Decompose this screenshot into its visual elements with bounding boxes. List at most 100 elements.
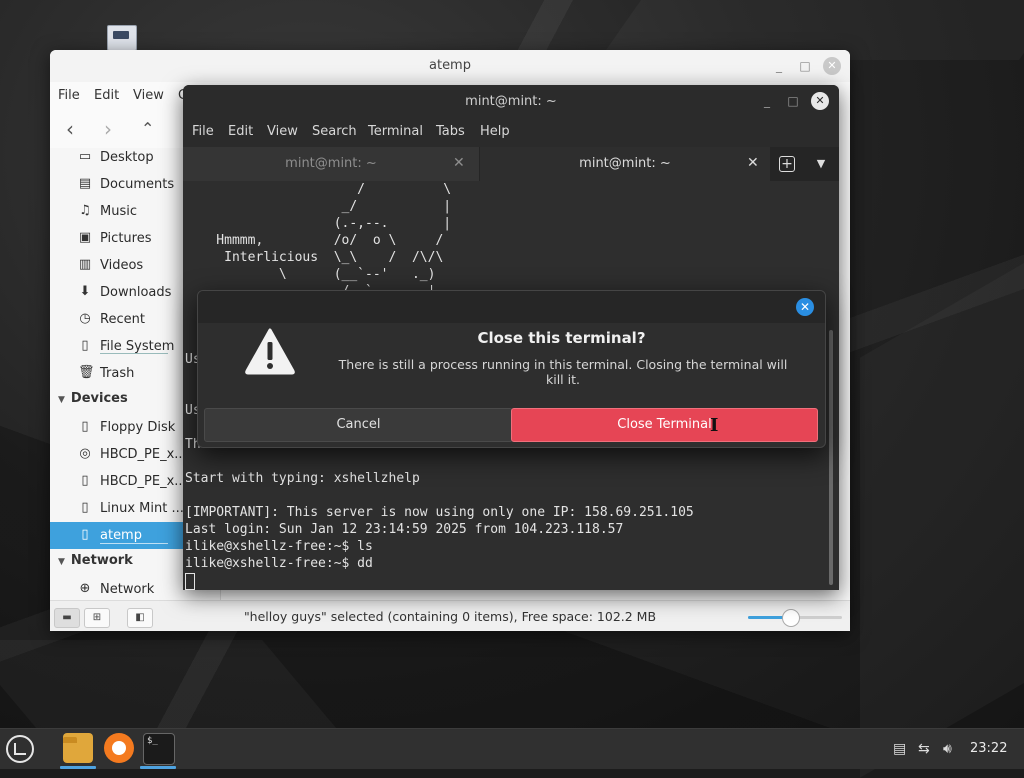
terminal-line: (.-,--. | bbox=[185, 216, 452, 231]
close-button[interactable]: ✕ bbox=[811, 92, 829, 110]
close-tab-icon[interactable]: ✕ bbox=[453, 155, 465, 171]
close-terminal-dialog: ✕ Close this terminal? There is still a … bbox=[197, 290, 826, 448]
disc-icon: ◎ bbox=[79, 446, 91, 461]
menu-tabs[interactable]: Tabs bbox=[436, 124, 465, 139]
drive-icon: ▯ bbox=[81, 527, 89, 542]
clock-icon: ◷ bbox=[79, 311, 91, 326]
usage-bar bbox=[100, 543, 168, 544]
chevron-down-icon: ▼ bbox=[58, 557, 65, 567]
forward-arrow-icon[interactable]: › bbox=[104, 118, 112, 140]
sidebar-section-network[interactable]: ▼ Network bbox=[58, 553, 133, 568]
back-arrow-icon[interactable]: ‹ bbox=[66, 118, 74, 140]
firefox-icon[interactable] bbox=[104, 733, 134, 763]
new-tab-icon[interactable]: + bbox=[779, 156, 795, 172]
sidebar-item-label: HBCD_PE_x... bbox=[100, 447, 187, 462]
terminal-tab-2[interactable]: mint@mint: ~ ✕ bbox=[480, 147, 770, 181]
sidebar-item-label: Music bbox=[100, 204, 137, 219]
terminal-icon[interactable]: $_ bbox=[143, 733, 175, 765]
trash-icon: 🗑 bbox=[78, 365, 95, 380]
terminal-tabbar: mint@mint: ~ ✕ mint@mint: ~ ✕ + ▼ bbox=[183, 147, 839, 181]
menu-view[interactable]: View bbox=[267, 124, 298, 139]
section-label: Devices bbox=[70, 391, 128, 406]
dialog-close-icon[interactable]: ✕ bbox=[796, 298, 814, 316]
network-icon: ⊕ bbox=[79, 581, 91, 596]
tab-list-dropdown-icon[interactable]: ▼ bbox=[811, 154, 831, 174]
terminal-line: _/ | bbox=[185, 199, 452, 214]
clock[interactable]: 23:22 bbox=[970, 741, 1007, 756]
cancel-button[interactable]: Cancel bbox=[204, 408, 513, 442]
sidebar-item-label: Desktop bbox=[100, 150, 154, 165]
terminal-line: [IMPORTANT]: This server is now using on… bbox=[185, 505, 694, 520]
menu-terminal[interactable]: Terminal bbox=[368, 124, 423, 139]
terminal-cursor bbox=[185, 573, 195, 590]
terminal-line: / \ bbox=[185, 182, 452, 197]
sidebar-item-label: Floppy Disk bbox=[100, 420, 176, 435]
warning-icon bbox=[245, 328, 295, 375]
menu-view[interactable]: View bbox=[133, 88, 164, 103]
clipboard-icon[interactable]: ▤ bbox=[893, 741, 906, 757]
terminal-line: ilike@xshellz-free:~$ dd bbox=[185, 556, 373, 571]
minimize-button[interactable]: _ bbox=[770, 57, 788, 75]
close-terminal-button[interactable]: Close Terminal bbox=[511, 408, 818, 442]
menu-edit[interactable]: Edit bbox=[228, 124, 253, 139]
video-icon: ▥ bbox=[78, 257, 92, 272]
chevron-down-icon: ▼ bbox=[58, 395, 65, 405]
sidebar-item-label: Trash bbox=[100, 366, 135, 381]
drive-icon: ▯ bbox=[81, 500, 89, 515]
terminal-titlebar[interactable]: mint@mint: ~ _ □ ✕ bbox=[183, 85, 839, 117]
drive-icon: ▯ bbox=[81, 338, 89, 353]
sidebar-item-label: atemp bbox=[100, 528, 142, 543]
terminal-tab-1[interactable]: mint@mint: ~ ✕ bbox=[183, 147, 479, 181]
menu-help[interactable]: Help bbox=[480, 124, 510, 139]
sidebar-item-label: Downloads bbox=[100, 285, 172, 300]
desktop-icon: ▭ bbox=[78, 149, 92, 164]
up-arrow-icon[interactable]: ⌃ bbox=[141, 118, 154, 140]
files-icon[interactable] bbox=[63, 733, 93, 763]
maximize-button[interactable]: □ bbox=[784, 92, 802, 110]
terminal-line: Hmmmm, /o/ o \ / bbox=[185, 233, 444, 248]
terminal-title: mint@mint: ~ bbox=[465, 94, 557, 109]
maximize-button[interactable]: □ bbox=[796, 57, 814, 75]
menu-file[interactable]: File bbox=[58, 88, 80, 103]
minimize-button[interactable]: _ bbox=[758, 92, 776, 110]
sidebar-item-label: Videos bbox=[100, 258, 144, 273]
volume-icon[interactable]: 🔊︎ bbox=[943, 741, 952, 757]
close-button[interactable]: ✕ bbox=[823, 57, 841, 75]
mint-menu-icon[interactable] bbox=[6, 735, 34, 763]
picture-icon: ▣ bbox=[78, 230, 92, 245]
terminal-scrollbar[interactable] bbox=[829, 330, 833, 585]
menu-edit[interactable]: Edit bbox=[94, 88, 119, 103]
zoom-slider[interactable] bbox=[748, 609, 842, 627]
sidebar-item-label: Recent bbox=[100, 312, 145, 327]
menu-file[interactable]: File bbox=[192, 124, 214, 139]
dialog-titlebar[interactable]: ✕ bbox=[198, 291, 825, 323]
sidebar-section-devices[interactable]: ▼ Devices bbox=[58, 391, 128, 406]
dialog-heading: Close this terminal? bbox=[477, 329, 646, 347]
desktop-computer-icon[interactable] bbox=[107, 25, 137, 51]
file-manager-titlebar[interactable]: atemp _ □ ✕ bbox=[50, 50, 850, 82]
file-manager-title: atemp bbox=[429, 58, 471, 73]
menu-search[interactable]: Search bbox=[312, 124, 357, 139]
terminal-line: Interlicious \_\ / /\/\ bbox=[185, 250, 444, 265]
sidebar-item-label: Pictures bbox=[100, 231, 152, 246]
sidebar-item-label: Linux Mint ... bbox=[100, 501, 184, 516]
network-disconnected-icon[interactable]: ⇆ bbox=[918, 741, 930, 757]
file-manager-statusbar: ▬ ⊞ ◧ "helloy guys" selected (containing… bbox=[50, 600, 850, 631]
sidebar-item-label: File System bbox=[100, 339, 175, 354]
status-text: "helloy guys" selected (containing 0 ite… bbox=[243, 609, 657, 624]
taskbar: $_ ▤ ⇆ 🔊︎ 23:22 bbox=[0, 728, 1024, 769]
zoom-slider-handle[interactable] bbox=[782, 609, 801, 627]
terminal-menubar: File Edit View Search Terminal Tabs Help bbox=[183, 117, 839, 147]
section-label: Network bbox=[70, 553, 133, 568]
music-icon: ♫ bbox=[79, 203, 91, 218]
drive-icon: ▯ bbox=[81, 419, 89, 434]
download-icon: ⬇ bbox=[79, 284, 91, 299]
terminal-line: Last login: Sun Jan 12 23:14:59 2025 fro… bbox=[185, 522, 624, 537]
terminal-line: \ (__`--' ._) bbox=[185, 267, 436, 282]
text-cursor-icon: I bbox=[710, 415, 719, 436]
document-icon: ▤ bbox=[78, 176, 92, 191]
tab-label: mint@mint: ~ bbox=[285, 156, 377, 171]
sidebar-item-label: Documents bbox=[100, 177, 175, 192]
close-tab-icon[interactable]: ✕ bbox=[747, 155, 759, 171]
terminal-line: Start with typing: xshellzhelp bbox=[185, 471, 420, 486]
